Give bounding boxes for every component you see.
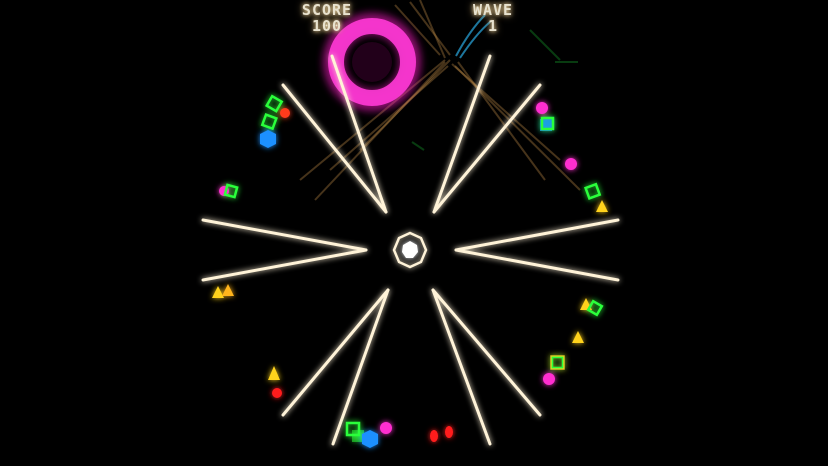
enemy-red (280, 108, 290, 118)
score-display: SCORE 100 (287, 2, 367, 34)
wave-display: WAVE 1 (455, 2, 531, 34)
game-canvas (201, 0, 620, 448)
score-value: 100 (311, 17, 343, 35)
enemy-magenta (565, 158, 577, 170)
wave-value: 1 (487, 17, 499, 35)
enemy-green (260, 112, 278, 131)
enemy-yellow (212, 286, 224, 298)
enemy-yellow (268, 366, 280, 380)
enemy-magenta (380, 422, 392, 434)
enemy-red (272, 388, 282, 398)
enemy-green (223, 183, 239, 199)
score-label: SCORE (301, 1, 353, 19)
enemy-green (264, 94, 284, 113)
enemy-yellow (596, 200, 608, 212)
wave-label: WAVE (472, 1, 514, 19)
enemy-magenta (543, 373, 555, 385)
enemy-blue (260, 130, 276, 148)
enemy-green (583, 182, 602, 200)
enemy-red (430, 430, 438, 442)
enemy-yellow (222, 284, 234, 296)
enemy-green (550, 355, 565, 370)
game-stage[interactable]: SCORE 100 WAVE 1 (0, 0, 828, 466)
explosion-ring (323, 13, 421, 111)
debris (411, 29, 578, 151)
enemy-blue (362, 430, 378, 448)
player-ship-icon (392, 231, 428, 269)
enemy-yellow (572, 331, 584, 343)
enemy-red (445, 426, 453, 438)
enemy-green (586, 299, 604, 317)
enemy-magenta (536, 102, 548, 114)
